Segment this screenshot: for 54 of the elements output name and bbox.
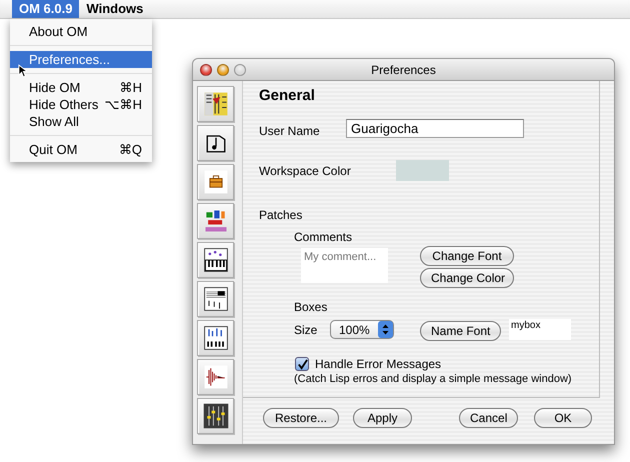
font-button[interactable]: Name Font bbox=[420, 321, 501, 341]
field-label: Size bbox=[294, 322, 318, 336]
sidebar-tab[interactable] bbox=[197, 281, 234, 317]
font-button[interactable]: Change Font bbox=[420, 246, 514, 266]
menu-item[interactable]: Preferences... bbox=[10, 51, 152, 68]
comment-field[interactable]: My comment... bbox=[301, 248, 388, 283]
restore-button[interactable]: Restore... bbox=[263, 408, 339, 428]
sidebar-tab[interactable] bbox=[197, 203, 234, 239]
menu-item[interactable]: Quit OM ⌘Q bbox=[10, 141, 152, 158]
field-label: Workspace Color bbox=[259, 164, 352, 178]
sidebar-tab[interactable] bbox=[197, 86, 234, 122]
checkbox-label: Handle Error Messages bbox=[315, 357, 442, 371]
mixer-icon bbox=[202, 402, 230, 430]
shortcut-label: ⌘Q bbox=[118, 141, 142, 158]
box-name-field[interactable]: mybox bbox=[509, 319, 571, 340]
field-label: Comments bbox=[294, 230, 354, 244]
piano-roll-icon bbox=[202, 324, 230, 352]
sidebar-tab[interactable] bbox=[197, 125, 234, 161]
window-title: Preferences bbox=[371, 62, 436, 76]
menu-title[interactable]: OM 6.0.9 bbox=[12, 0, 80, 18]
pointer-icon bbox=[18, 64, 27, 78]
collage-icon bbox=[202, 90, 230, 118]
menu-item[interactable]: Show All bbox=[10, 113, 152, 130]
menu-item[interactable]: Hide OM ⌘H bbox=[10, 79, 152, 96]
user-name-field[interactable]: Guarigocha bbox=[346, 118, 524, 138]
menu-item[interactable]: Hide Others ⌥⌘H bbox=[10, 96, 152, 113]
field-label: User Name bbox=[259, 124, 321, 138]
sidebar-tab[interactable] bbox=[197, 359, 234, 395]
apply-button[interactable]: Apply bbox=[353, 408, 412, 428]
shortcut-label: ⌥⌘H bbox=[104, 96, 142, 113]
checkbox[interactable] bbox=[295, 357, 309, 371]
sidebar-tab[interactable] bbox=[197, 320, 234, 356]
shortcut-label: ⌘H bbox=[120, 79, 142, 96]
sidebar-tab[interactable] bbox=[197, 164, 234, 200]
help-text: (Catch Lisp erros and display a simple message window) bbox=[294, 373, 573, 385]
section-label: Patches bbox=[259, 208, 304, 222]
close-icon[interactable] bbox=[200, 64, 212, 76]
section-title: General bbox=[259, 87, 316, 104]
minimize-icon[interactable] bbox=[217, 64, 229, 76]
color-button[interactable]: Change Color bbox=[420, 268, 514, 288]
color-swatch[interactable] bbox=[396, 160, 449, 181]
stepper-icon bbox=[378, 321, 393, 338]
field-label: Boxes bbox=[294, 300, 328, 314]
waveform-icon bbox=[202, 363, 230, 391]
menu-title[interactable]: Windows bbox=[79, 0, 150, 18]
briefcase-icon bbox=[202, 168, 230, 196]
ok-button[interactable]: OK bbox=[534, 408, 592, 428]
sidebar-tab[interactable] bbox=[197, 242, 234, 278]
size-dropdown[interactable]: 100% bbox=[330, 320, 394, 339]
keyboard-icon bbox=[202, 246, 230, 274]
sidebar-tab[interactable] bbox=[197, 398, 234, 434]
score-icon bbox=[202, 285, 230, 313]
menu-item[interactable]: About OM bbox=[10, 23, 152, 40]
cancel-button[interactable]: Cancel bbox=[459, 408, 518, 428]
